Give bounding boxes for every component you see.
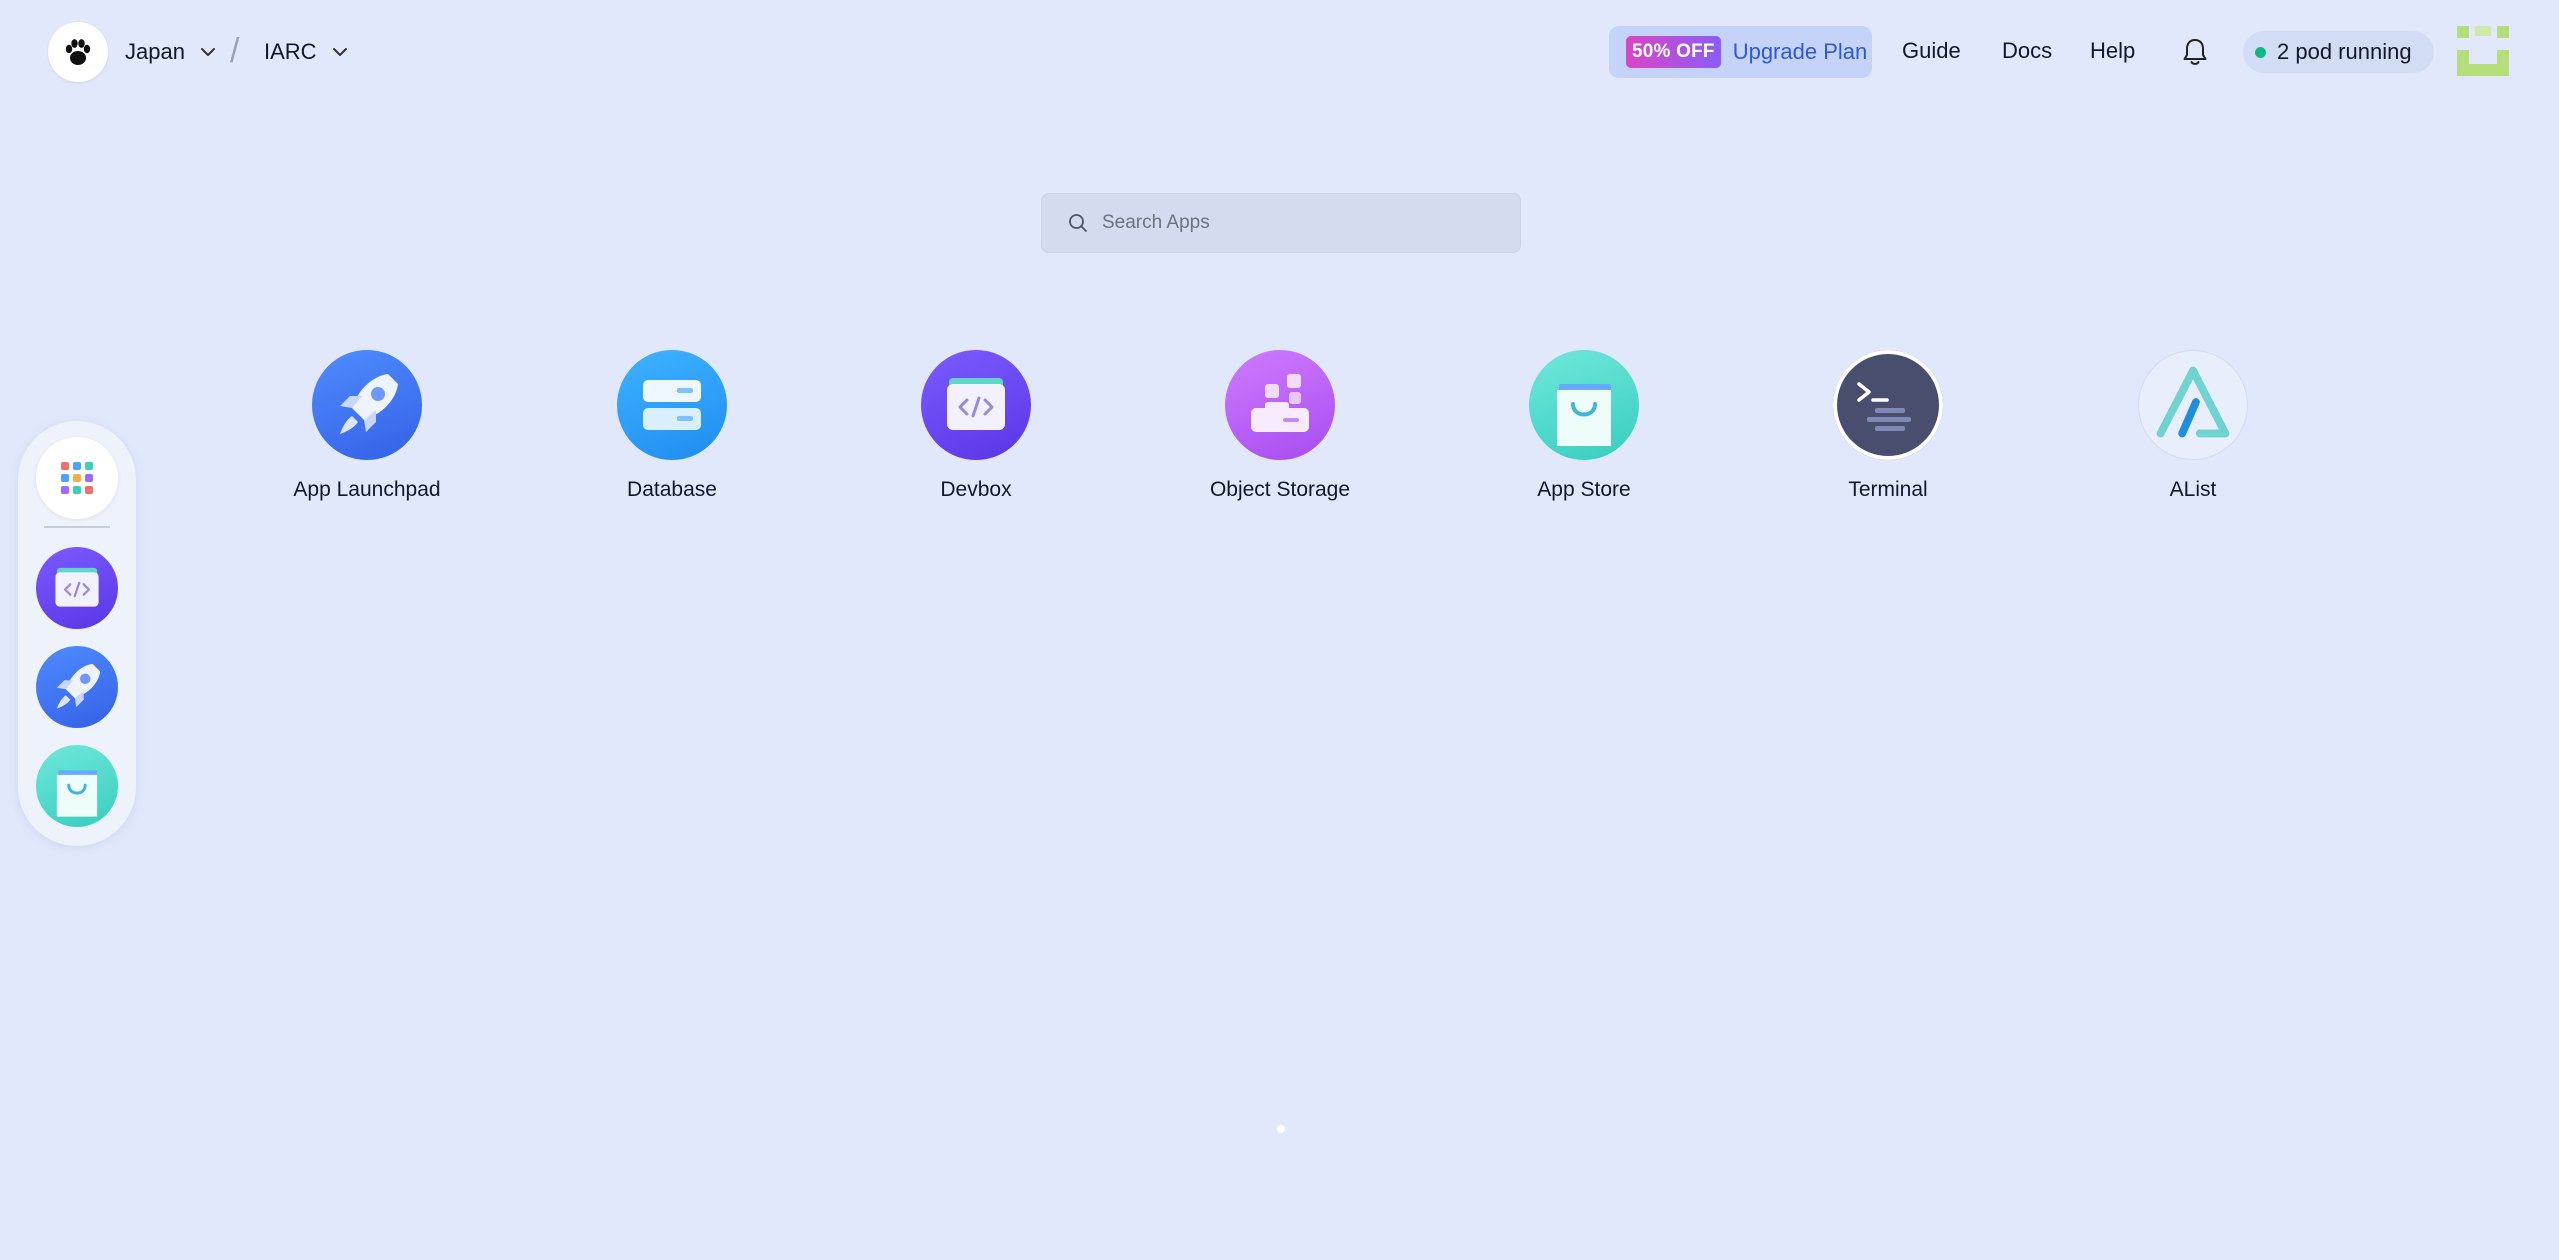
help-link[interactable]: Help	[2090, 38, 2135, 64]
avatar[interactable]	[2455, 24, 2511, 80]
object-storage-tile[interactable]: Object Storage	[1170, 350, 1390, 510]
code-box-icon	[921, 350, 1031, 460]
app-store-tile[interactable]: App Store	[1474, 350, 1694, 510]
page-indicator-dot[interactable]	[1277, 1125, 1285, 1133]
pod-status-label: 2 pod running	[2277, 39, 2412, 64]
rocket-icon	[56, 663, 101, 709]
upgrade-plan-button[interactable]: 50% OFF Upgrade Plan	[1609, 26, 1872, 78]
dock-app-launchpad[interactable]	[36, 646, 118, 728]
region-selector[interactable]: Japan	[125, 34, 217, 70]
workspace-label: IARC	[264, 39, 317, 64]
status-dot	[2255, 46, 2266, 58]
guide-link[interactable]: Guide	[1902, 38, 1961, 64]
database-tile[interactable]: Database	[562, 350, 782, 510]
logo[interactable]	[48, 22, 108, 82]
app-label: Devbox	[940, 478, 1012, 501]
pod-status[interactable]: 2 pod running	[2243, 31, 2434, 73]
shopping-bag-icon	[56, 770, 98, 817]
app-label: App Launchpad	[293, 478, 441, 501]
alist-icon	[2138, 350, 2248, 460]
search-bar[interactable]	[1041, 193, 1521, 253]
apps-grid-button[interactable]	[36, 437, 118, 519]
app-label: App Store	[1537, 478, 1631, 501]
app-launchpad-tile[interactable]: App Launchpad	[257, 350, 477, 510]
object-storage-icon	[1225, 350, 1335, 460]
workspace-selector[interactable]: IARC	[264, 34, 349, 70]
app-label: Object Storage	[1209, 478, 1351, 501]
dock-app-store[interactable]	[36, 745, 118, 827]
chevron-down-icon	[200, 48, 215, 56]
chevron-down-icon	[332, 48, 347, 56]
bell-icon[interactable]	[2180, 36, 2210, 68]
terminal-icon	[1833, 350, 1943, 460]
region-label: Japan	[125, 39, 185, 64]
dock-divider	[44, 526, 110, 528]
app-label: Database	[627, 478, 717, 501]
app-label: Terminal	[1848, 478, 1928, 501]
shopping-bag-icon	[1529, 350, 1639, 460]
top-bar: Japan / IARC 50% OFF Upgrade Plan Guide …	[0, 0, 2559, 104]
alist-tile[interactable]: AList	[2083, 350, 2303, 510]
upgrade-plan-label: Upgrade Plan	[1732, 39, 1868, 64]
devbox-tile[interactable]: Devbox	[866, 350, 1086, 510]
docs-link[interactable]: Docs	[2002, 38, 2052, 64]
paw-icon	[65, 39, 91, 65]
app-dock	[18, 421, 136, 846]
code-box-icon	[55, 567, 99, 607]
app-label: AList	[2169, 478, 2217, 501]
dock-devbox[interactable]	[36, 547, 118, 629]
discount-badge: 50% OFF	[1626, 36, 1721, 68]
breadcrumb-separator: /	[230, 32, 240, 70]
search-input[interactable]	[1100, 211, 1504, 235]
rocket-icon	[312, 350, 422, 460]
database-icon	[617, 350, 727, 460]
search-icon	[1069, 214, 1087, 232]
apps-grid-icon	[61, 462, 93, 494]
terminal-tile[interactable]: Terminal	[1778, 350, 1998, 510]
